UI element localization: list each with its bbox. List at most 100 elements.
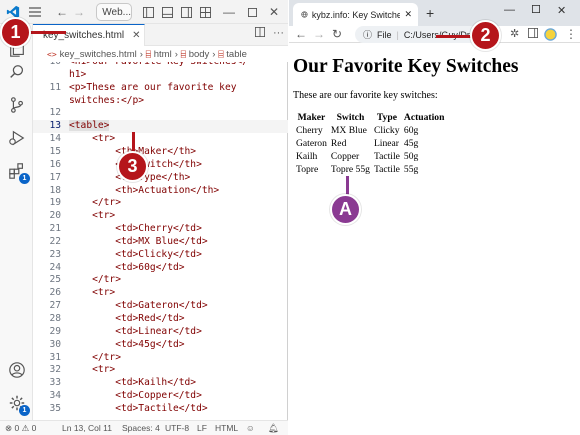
reload-icon[interactable]: ↻ xyxy=(332,27,342,41)
toggle-panel-icon[interactable] xyxy=(160,3,174,21)
breadcrumb-separator-icon: › xyxy=(212,48,216,60)
browser-toolbar: ← → ↻ ⓘ File | C:/Users/Guy/Dro ✲ ⋮ xyxy=(289,26,580,43)
code-line[interactable]: 35 <td>Tactile</td> xyxy=(33,403,288,416)
code-line[interactable]: h1> xyxy=(33,69,288,82)
profile-avatar[interactable] xyxy=(544,28,557,44)
run-debug-icon[interactable] xyxy=(6,127,28,149)
code-line[interactable]: 23 <td>Clicky</td> xyxy=(33,249,288,262)
callout-3: 3 xyxy=(117,151,148,182)
code-line[interactable]: 27 <td>Gateron</td> xyxy=(33,300,288,313)
line-number: 23 xyxy=(49,248,61,260)
code-line[interactable]: 18 <th>Actuation</th> xyxy=(33,185,288,198)
code-line[interactable]: 30 <td>45g</td> xyxy=(33,339,288,352)
page-heading: Our Favorite Key Switches xyxy=(293,56,519,77)
code-line[interactable]: 33 <td>Kailh</td> xyxy=(33,377,288,390)
table-cell: MX Blue xyxy=(330,125,367,136)
close-icon[interactable]: ✕ xyxy=(267,3,281,21)
minimize-icon[interactable]: — xyxy=(222,3,236,21)
line-code: <tr> xyxy=(69,210,116,222)
tab-key-switches[interactable]: key_switches.html ✕ xyxy=(33,24,145,46)
command-center[interactable]: Web... xyxy=(96,3,132,21)
web-page: Our Favorite Key Switches These are our … xyxy=(293,50,573,177)
source-control-icon[interactable] xyxy=(6,94,28,116)
browser-tab-close-icon[interactable]: ✕ xyxy=(404,9,412,20)
code-line[interactable]: 32 <tr> xyxy=(33,364,288,377)
close-icon[interactable]: ✕ xyxy=(557,4,566,17)
callout-a: A xyxy=(330,194,361,225)
breadcrumb-body[interactable]: body xyxy=(189,49,210,60)
problems-indicator[interactable]: ⊗ 0 ⚠ 0 xyxy=(5,423,36,434)
browser-tab[interactable]: kybz.info: Key Switches Data ✕ xyxy=(293,3,418,26)
breadcrumb-html[interactable]: html xyxy=(154,49,172,60)
indentation[interactable]: Spaces: 4 xyxy=(122,423,160,433)
code-line[interactable]: 24 <td>60g</td> xyxy=(33,262,288,275)
line-code: h1> xyxy=(69,68,87,80)
menu-icon[interactable] xyxy=(26,3,44,21)
code-line[interactable]: 29 <td>Linear</td> xyxy=(33,326,288,339)
extensions-icon[interactable]: 1 xyxy=(6,160,30,184)
code-line[interactable]: 14 <tr> xyxy=(33,133,288,146)
table-cell: Linear xyxy=(373,138,399,149)
maximize-icon[interactable] xyxy=(245,3,259,21)
code-line[interactable]: 16 <th>Switch</th> xyxy=(33,159,288,172)
code-line[interactable]: 17 <th>Type</th> xyxy=(33,172,288,185)
toggle-sidebar-icon[interactable] xyxy=(141,3,155,21)
code-line[interactable]: 34 <td>Copper</td> xyxy=(33,390,288,403)
line-number: 10 xyxy=(33,62,61,67)
customize-layout-icon[interactable] xyxy=(198,3,212,21)
breadcrumb-file[interactable]: key_switches.html xyxy=(60,49,137,60)
minimize-icon[interactable]: — xyxy=(504,4,515,16)
maximize-icon[interactable] xyxy=(532,4,540,16)
code-line[interactable]: 26 <tr> xyxy=(33,287,288,300)
line-code: <table> xyxy=(69,120,110,132)
info-icon: ⓘ xyxy=(363,30,373,40)
line-number: 19 xyxy=(49,197,61,209)
encoding[interactable]: UTF-8 xyxy=(165,423,189,433)
code-line[interactable]: 22 <td>MX Blue</td> xyxy=(33,236,288,249)
table-cell: 60g xyxy=(403,125,419,136)
side-panel-icon[interactable] xyxy=(528,27,538,41)
search-view-icon[interactable] xyxy=(6,61,28,83)
code-line[interactable]: 19 </tr> xyxy=(33,197,288,210)
browser-menu-icon[interactable]: ⋮ xyxy=(565,27,577,41)
line-code: <td>Kailh</td> xyxy=(69,377,197,389)
line-number: 18 xyxy=(49,184,61,196)
more-actions-icon[interactable]: ··· xyxy=(273,27,284,40)
code-line[interactable]: 11 <p>These are our favorite key xyxy=(33,82,288,95)
code-line[interactable]: 20 <tr> xyxy=(33,210,288,223)
code-line[interactable]: 21 <td>Cherry</td> xyxy=(33,223,288,236)
toggle-secondary-sidebar-icon[interactable] xyxy=(179,3,193,21)
back-arrow-icon[interactable]: ← xyxy=(295,27,307,41)
code-line[interactable]: 12 xyxy=(33,107,288,120)
code-line[interactable]: 31 </tr> xyxy=(33,352,288,365)
code-line[interactable]: 13 <table> xyxy=(33,120,288,134)
table-row: Gateron Red Linear 45g xyxy=(295,138,445,149)
code-editor[interactable]: 10 <h1>Our Favorite Key Switches</h1> 11 <p… xyxy=(33,62,288,420)
end-of-line[interactable]: LF xyxy=(197,423,207,433)
new-tab-button[interactable]: + xyxy=(426,5,434,21)
line-number: 33 xyxy=(49,377,61,389)
cursor-position[interactable]: Ln 13, Col 11 xyxy=(62,423,112,433)
breadcrumb-table[interactable]: table xyxy=(226,49,247,60)
html-file-icon: <> xyxy=(47,49,57,59)
code-line[interactable]: 10 <h1>Our Favorite Key Switches</ xyxy=(33,62,288,69)
notifications-bell-icon[interactable]: 🔔︎ xyxy=(268,423,279,434)
feedback-icon[interactable]: ☺ xyxy=(246,423,255,433)
back-arrow-icon[interactable]: ← xyxy=(55,3,69,21)
settings-gear-icon[interactable]: 1 xyxy=(6,392,30,416)
table-cell: Topre xyxy=(296,164,319,175)
forward-arrow-icon[interactable]: → xyxy=(313,27,325,41)
line-number: 27 xyxy=(49,300,61,312)
language-mode[interactable]: HTML xyxy=(215,423,238,433)
address-scheme: File xyxy=(377,29,392,40)
tab-close-icon[interactable]: ✕ xyxy=(132,30,140,41)
code-line[interactable]: 15 <th>Maker</th> xyxy=(33,146,288,159)
code-line[interactable]: 28 <td>Red</td> xyxy=(33,313,288,326)
vscode-window: ← → Web... — ✕ 1 1 key_switches.html ✕ ·… xyxy=(0,0,288,435)
split-editor-icon[interactable] xyxy=(255,27,265,40)
forward-arrow-icon[interactable]: → xyxy=(72,3,86,21)
code-line[interactable]: 25 </tr> xyxy=(33,274,288,287)
extensions-puzzle-icon[interactable]: ✲ xyxy=(510,27,519,40)
code-line[interactable]: switches:</p> xyxy=(33,95,288,108)
account-icon[interactable] xyxy=(6,359,28,381)
